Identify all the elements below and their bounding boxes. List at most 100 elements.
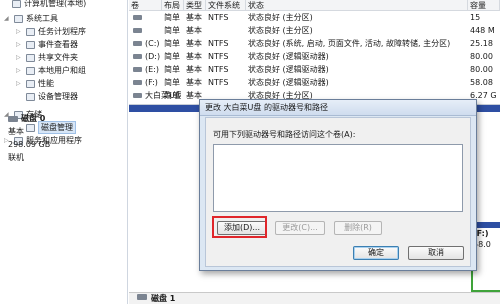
column-filesystem[interactable]: 文件系统 [206, 0, 246, 11]
volume-fs: NTFS [208, 65, 229, 74]
volume-row[interactable]: (F:) 简单 基本 NTFS 状态良好 (逻辑驱动器) 58.08 [129, 77, 500, 88]
tree-item-label: 设备管理器 [38, 92, 78, 101]
column-layout[interactable]: 布局 [162, 0, 184, 11]
disk-1-name: 磁盘 1 [151, 294, 176, 303]
disk-0-size: 298.09 GB [8, 140, 51, 149]
collapsed-arrow-icon[interactable]: ▷ [16, 64, 21, 77]
disk-0-type: 基本 [8, 127, 24, 136]
drive-path-list[interactable] [213, 144, 463, 212]
volume-size: 448 M [470, 26, 495, 35]
column-capacity[interactable]: 容量 [468, 0, 500, 11]
dialog-prompt: 可用下列驱动器号和路径访问这个卷(A): [213, 130, 356, 139]
tree-item-label: 系统工具 [26, 14, 58, 23]
volume-layout: 简单 [164, 26, 180, 35]
volume-layout: 简单 [164, 78, 180, 87]
volume-icon [133, 54, 142, 59]
volume-size: 80.00 [470, 52, 493, 61]
volume-layout: 简单 [164, 91, 180, 100]
tree-item[interactable]: ▷ 事件查看器 [0, 38, 127, 51]
volume-icon [133, 80, 142, 85]
volume-icon [133, 41, 142, 46]
performance-icon [26, 80, 35, 88]
folder-icon [26, 54, 35, 62]
computer-icon [12, 0, 21, 8]
volume-row[interactable]: 简单 基本 NTFS 状态良好 (主分区) 15 [129, 12, 500, 23]
volume-icon [133, 67, 142, 72]
column-type[interactable]: 类型 [184, 0, 206, 11]
volume-layout: 简单 [164, 65, 180, 74]
disk-0-header: 磁盘 0 [8, 112, 68, 125]
volume-type: 基本 [186, 78, 202, 87]
collapsed-arrow-icon[interactable]: ▷ [16, 38, 21, 51]
volume-fs: NTFS [208, 13, 229, 22]
volume-type: 基本 [186, 65, 202, 74]
column-volume[interactable]: 卷 [129, 0, 162, 11]
clock-icon [26, 28, 35, 36]
volume-type: 基本 [186, 52, 202, 61]
change-button[interactable]: 更改(C)... [275, 221, 325, 235]
volume-fs: NTFS [208, 39, 229, 48]
volume-status: 状态良好 (逻辑驱动器) [248, 78, 329, 87]
volume-size: 15 [470, 13, 481, 22]
tree-item[interactable]: 设备管理器 [0, 90, 127, 103]
volume-status: 状态良好 (主分区) [248, 13, 313, 22]
volume-row[interactable]: (E:) 简单 基本 NTFS 状态良好 (逻辑驱动器) 80.00 [129, 64, 500, 75]
tree-item-label: 计算机管理(本地) [24, 0, 87, 8]
disk-0-state: 联机 [8, 153, 24, 162]
tree-item-label: 本地用户和组 [38, 66, 86, 75]
disk-0-name: 磁盘 0 [21, 114, 46, 123]
volume-type: 基本 [186, 39, 202, 48]
volume-type: 基本 [186, 26, 202, 35]
tree-item[interactable]: 计算机管理(本地) [0, 0, 127, 10]
volume-layout: 简单 [164, 52, 180, 61]
expanded-arrow-icon[interactable]: ◢ [4, 12, 9, 25]
disk-0-info[interactable]: 磁盘 0 基本 298.09 GB 联机 [8, 112, 68, 164]
tree-item[interactable]: ◢ 系统工具 [0, 12, 127, 25]
volume-row[interactable]: (D:) 简单 基本 NTFS 状态良好 (逻辑驱动器) 80.00 [129, 51, 500, 62]
volume-icon [133, 15, 142, 20]
dialog-body: 可用下列驱动器号和路径访问这个卷(A): 添加(D)... 更改(C)... 删… [205, 117, 471, 267]
volume-size: 80.00 [470, 65, 493, 74]
ok-button[interactable]: 确定 [353, 246, 399, 260]
volume-status: 状态良好 (逻辑驱动器) [248, 52, 329, 61]
tree-item[interactable]: ▷ 本地用户和组 [0, 64, 127, 77]
tools-icon [14, 15, 23, 23]
tree-item-label: 性能 [38, 79, 54, 88]
collapsed-arrow-icon[interactable]: ▷ [16, 77, 21, 90]
disk-1-row[interactable]: 磁盘 1 [129, 292, 500, 304]
users-icon [26, 67, 35, 75]
volume-fs: NTFS [208, 52, 229, 61]
disk-icon [137, 294, 147, 300]
volume-type: 基本 [186, 13, 202, 22]
column-status[interactable]: 状态 [246, 0, 468, 11]
device-icon [26, 93, 35, 101]
volume-status: 状态良好 (系统, 启动, 页面文件, 活动, 故障转储, 主分区) [248, 39, 451, 48]
tree-item-label: 共享文件夹 [38, 53, 78, 62]
volume-row[interactable]: 简单 基本 状态良好 (主分区) 448 M [129, 25, 500, 36]
dialog-title: 更改 大白菜U盘 的驱动器号和路径 [200, 100, 476, 116]
volume-layout: 简单 [164, 13, 180, 22]
tree-item[interactable]: ▷ 任务计划程序 [0, 25, 127, 38]
volume-icon [133, 93, 142, 98]
volume-size: 58.08 [470, 78, 493, 87]
volume-status: 状态良好 (主分区) [248, 26, 313, 35]
volume-fs: NTFS [208, 78, 229, 87]
tree-item[interactable]: ▷ 性能 [0, 77, 127, 90]
volume-list: 卷 布局 类型 文件系统 状态 容量 简单 基本 NTFS 状态良好 (主分区) 15 简… [129, 0, 500, 104]
volume-fs [208, 25, 246, 36]
volume-icon [133, 28, 142, 33]
volume-status: 状态良好 (逻辑驱动器) [248, 65, 329, 74]
disk-icon [8, 115, 18, 122]
cancel-button[interactable]: 取消 [408, 246, 464, 260]
volume-layout: 简单 [164, 39, 180, 48]
tree-item[interactable]: ▷ 共享文件夹 [0, 51, 127, 64]
delete-button[interactable]: 删除(R) [334, 221, 382, 235]
add-button-highlight [212, 216, 267, 238]
change-drive-letter-dialog: 更改 大白菜U盘 的驱动器号和路径 可用下列驱动器号和路径访问这个卷(A): 添… [199, 99, 477, 271]
volume-list-header: 卷 布局 类型 文件系统 状态 容量 [129, 0, 500, 11]
tree-item-label: 事件查看器 [38, 40, 78, 49]
volume-row[interactable]: (C:) 简单 基本 NTFS 状态良好 (系统, 启动, 页面文件, 活动, 故障转储… [129, 38, 500, 49]
collapsed-arrow-icon[interactable]: ▷ [16, 25, 21, 38]
tree-item-label: 任务计划程序 [38, 27, 86, 36]
collapsed-arrow-icon[interactable]: ▷ [16, 51, 21, 64]
